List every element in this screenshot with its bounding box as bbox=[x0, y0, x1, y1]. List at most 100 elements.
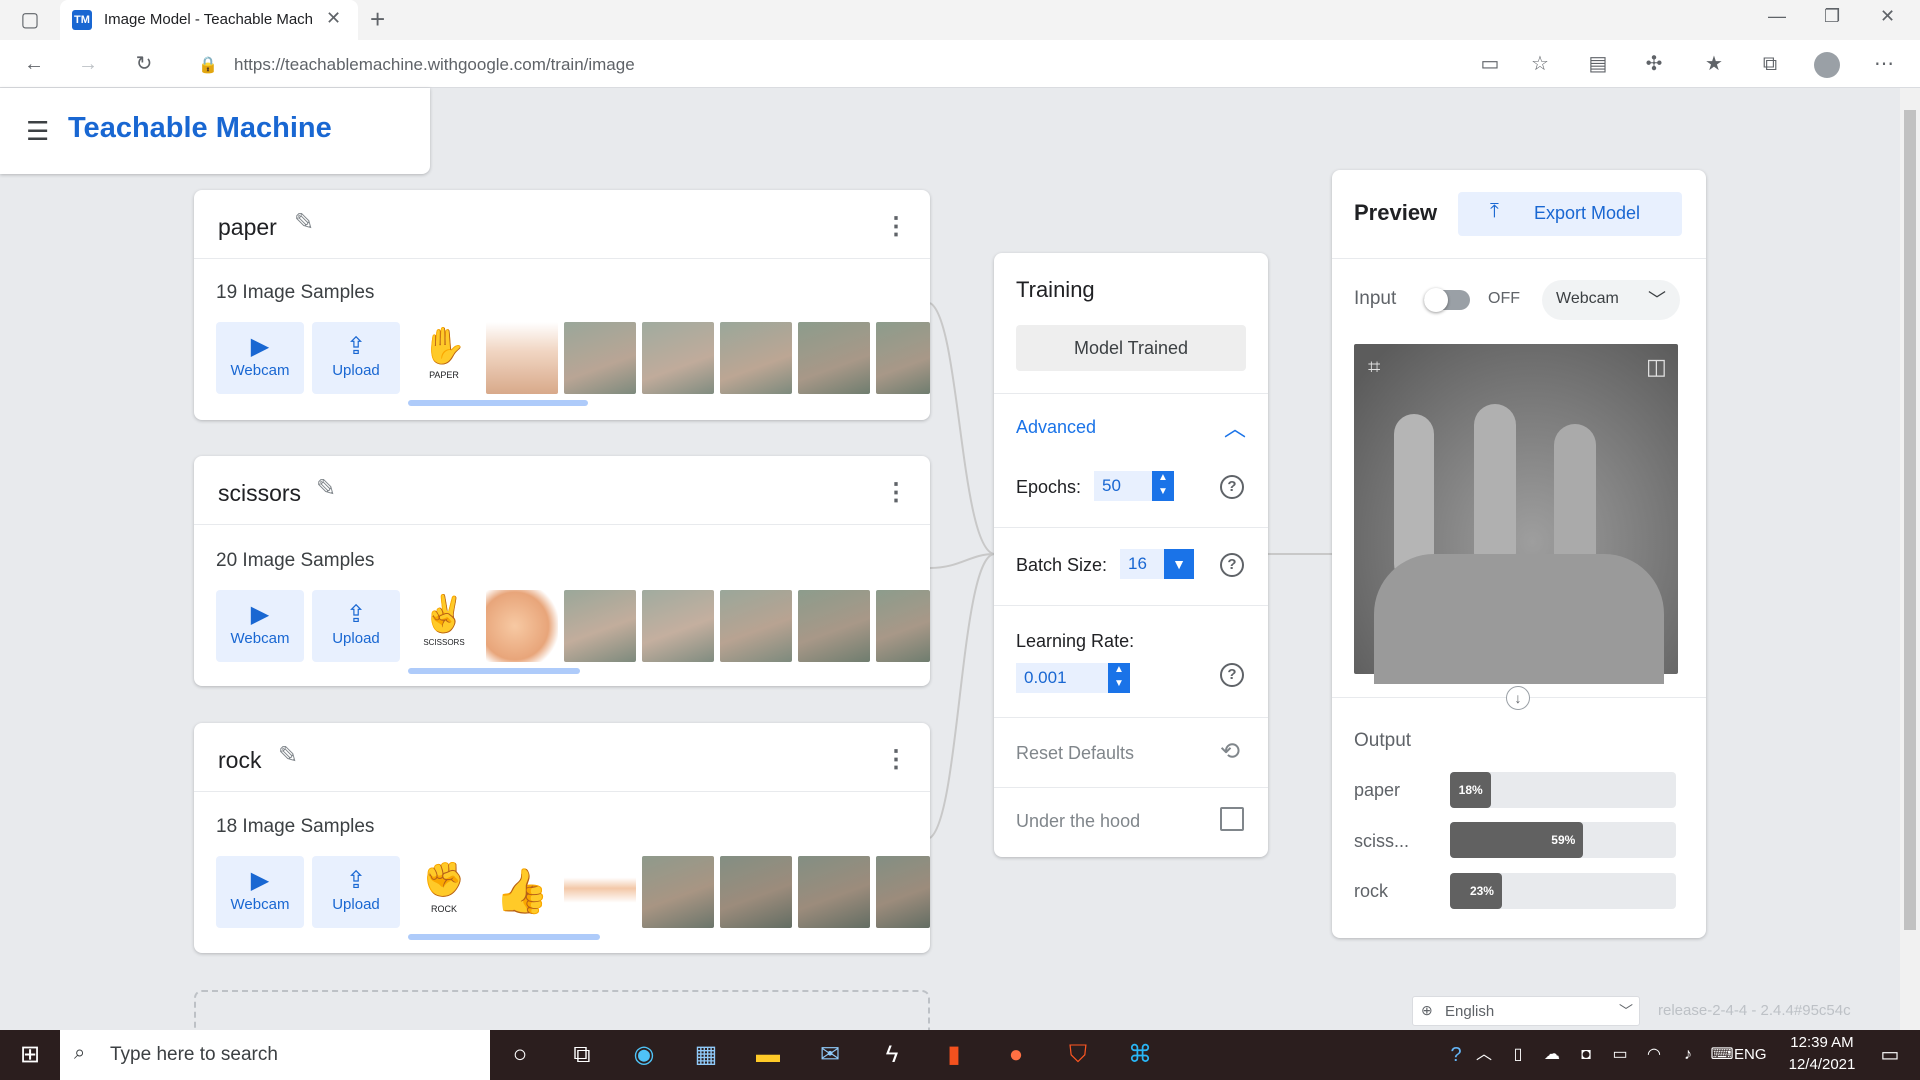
minimize-icon[interactable]: — bbox=[1768, 6, 1786, 27]
sample-thumbnail[interactable] bbox=[720, 322, 792, 394]
epochs-stepper-icon[interactable]: ▲ ▼ bbox=[1152, 471, 1174, 501]
webcam-button[interactable]: ▶ Webcam bbox=[216, 322, 304, 394]
office-icon[interactable]: ▮ bbox=[928, 1030, 980, 1080]
tab-actions-icon[interactable]: ▢ bbox=[12, 2, 48, 38]
tray-icon[interactable]: ◘ bbox=[1568, 1030, 1604, 1080]
class-name[interactable]: scissors bbox=[218, 480, 301, 507]
extensions-icon[interactable]: ✣ bbox=[1636, 46, 1672, 82]
notifications-icon[interactable]: ▭ bbox=[1864, 1030, 1916, 1080]
refresh-icon[interactable]: ↻ bbox=[126, 46, 162, 82]
sample-thumbnail[interactable] bbox=[564, 590, 636, 662]
sample-thumbnail[interactable] bbox=[642, 322, 714, 394]
class-options-icon[interactable]: ⋮ bbox=[884, 212, 908, 241]
volume-icon[interactable]: ♪ bbox=[1670, 1030, 1706, 1080]
epochs-help-icon[interactable]: ? bbox=[1220, 475, 1244, 499]
wifi-icon[interactable]: ◠ bbox=[1636, 1030, 1672, 1080]
sample-thumbnail[interactable]: 👍 bbox=[486, 856, 558, 928]
sample-thumbnail[interactable] bbox=[720, 590, 792, 662]
collections-icon[interactable]: ▤ bbox=[1580, 46, 1616, 82]
webcam-button[interactable]: ▶ Webcam bbox=[216, 590, 304, 662]
back-icon[interactable]: ← bbox=[16, 46, 52, 82]
sample-thumbnail[interactable] bbox=[876, 856, 930, 928]
onedrive-icon[interactable]: ☁ bbox=[1534, 1030, 1570, 1080]
restore-icon[interactable]: ❐ bbox=[1824, 6, 1840, 27]
new-tab-icon[interactable]: + bbox=[370, 4, 385, 35]
class-name[interactable]: paper bbox=[218, 214, 277, 241]
file-explorer-icon[interactable]: ▬ bbox=[742, 1030, 794, 1080]
webcam-button[interactable]: ▶ Webcam bbox=[216, 856, 304, 928]
batch-size-help-icon[interactable]: ? bbox=[1220, 553, 1244, 577]
tabs-collection-icon[interactable]: ⧉ bbox=[1752, 46, 1788, 82]
sample-thumbnail[interactable] bbox=[564, 322, 636, 394]
history-icon[interactable]: ⟲ bbox=[1220, 737, 1240, 766]
sample-thumbnail[interactable] bbox=[876, 322, 930, 394]
crop-icon[interactable]: ⌗ bbox=[1368, 354, 1380, 380]
advanced-toggle[interactable]: Advanced bbox=[1016, 417, 1096, 438]
sample-thumbnail[interactable] bbox=[564, 856, 636, 928]
sample-thumbnail[interactable]: ✊ ROCK bbox=[408, 856, 480, 928]
input-source-dropdown[interactable]: Webcam ﹀ bbox=[1542, 280, 1680, 320]
sample-thumbnail[interactable] bbox=[798, 322, 870, 394]
chevron-up-icon[interactable]: ︿ bbox=[1224, 411, 1246, 443]
battery-icon[interactable]: ▭ bbox=[1602, 1030, 1638, 1080]
clock-date[interactable]: 12/4/2021 bbox=[1780, 1056, 1864, 1073]
sample-thumbnail[interactable] bbox=[486, 322, 558, 394]
camera-icon[interactable]: ▭ bbox=[1472, 46, 1508, 82]
vscode-icon[interactable]: ⌘ bbox=[1114, 1030, 1166, 1080]
learning-rate-help-icon[interactable]: ? bbox=[1220, 663, 1244, 687]
learning-rate-input[interactable]: 0.001 bbox=[1016, 663, 1108, 693]
input-language[interactable]: ENG bbox=[1734, 1046, 1767, 1063]
batch-dropdown-icon[interactable]: ▼ bbox=[1164, 549, 1194, 579]
input-toggle[interactable] bbox=[1424, 288, 1470, 312]
model-trained-button[interactable]: Model Trained bbox=[1016, 325, 1246, 371]
chart-icon[interactable] bbox=[1220, 807, 1244, 831]
class-options-icon[interactable]: ⋮ bbox=[884, 745, 908, 774]
hamburger-menu-icon[interactable]: ☰ bbox=[26, 116, 49, 147]
sample-thumbnail[interactable]: ✌ SCISSORS bbox=[408, 590, 480, 662]
learning-rate-stepper-icon[interactable]: ▲ ▼ bbox=[1108, 663, 1130, 693]
mail-icon[interactable]: ✉ bbox=[804, 1030, 856, 1080]
batch-size-select[interactable]: 16 bbox=[1120, 549, 1164, 579]
page-scrollbar-thumb[interactable] bbox=[1904, 110, 1916, 930]
favorites-icon[interactable]: ★ bbox=[1696, 46, 1732, 82]
sample-thumbnail[interactable] bbox=[486, 590, 558, 662]
cortana-icon[interactable]: ○ bbox=[494, 1030, 546, 1080]
window-close-icon[interactable]: ✕ bbox=[1880, 6, 1895, 27]
class-name[interactable]: rock bbox=[218, 747, 261, 774]
language-select[interactable]: ⊕ English ﹀ bbox=[1412, 996, 1640, 1026]
sample-thumbnail[interactable]: ✋ PAPER bbox=[408, 322, 480, 394]
flip-icon[interactable]: ◫ bbox=[1646, 354, 1667, 380]
upload-button[interactable]: ⇪ Upload bbox=[312, 856, 400, 928]
edit-pencil-icon[interactable]: ✎ bbox=[278, 741, 298, 770]
sample-thumbnail[interactable] bbox=[798, 590, 870, 662]
brave-icon[interactable]: ⛉ bbox=[1052, 1030, 1104, 1080]
class-options-icon[interactable]: ⋮ bbox=[884, 478, 908, 507]
thumbnail-scrollbar[interactable] bbox=[408, 668, 580, 674]
export-model-button[interactable]: ⤒ Export Model bbox=[1458, 192, 1682, 236]
taskbar-search[interactable]: ⌕ Type here to search bbox=[60, 1030, 490, 1080]
edge-icon[interactable]: ◉ bbox=[618, 1030, 670, 1080]
url-field[interactable]: 🔒 https://teachablemachine.withgoogle.co… bbox=[180, 46, 1480, 82]
sample-thumbnail[interactable] bbox=[876, 590, 930, 662]
upload-button[interactable]: ⇪ Upload bbox=[312, 590, 400, 662]
upload-button[interactable]: ⇪ Upload bbox=[312, 322, 400, 394]
profile-avatar[interactable] bbox=[1814, 52, 1840, 78]
edit-pencil-icon[interactable]: ✎ bbox=[294, 208, 314, 237]
reset-defaults-button[interactable]: Reset Defaults bbox=[1016, 743, 1134, 764]
tab-close-icon[interactable]: ✕ bbox=[326, 8, 341, 29]
clock-time[interactable]: 12:39 AM bbox=[1780, 1034, 1864, 1051]
edit-pencil-icon[interactable]: ✎ bbox=[316, 474, 336, 503]
chevron-up-icon[interactable]: ︿ bbox=[1466, 1030, 1502, 1080]
browser-tab[interactable]: TM Image Model - Teachable Machi ✕ bbox=[60, 0, 358, 40]
under-the-hood-button[interactable]: Under the hood bbox=[1016, 811, 1140, 832]
more-menu-icon[interactable]: ⋯ bbox=[1866, 46, 1902, 82]
sample-thumbnail[interactable] bbox=[642, 856, 714, 928]
sample-thumbnail[interactable] bbox=[798, 856, 870, 928]
forward-icon[interactable]: → bbox=[70, 46, 106, 82]
store-icon[interactable]: ▦ bbox=[680, 1030, 732, 1080]
add-favorite-icon[interactable]: ☆ bbox=[1522, 46, 1558, 82]
app-icon[interactable]: ϟ bbox=[866, 1030, 918, 1080]
task-view-icon[interactable]: ⧉ bbox=[556, 1030, 608, 1080]
windows-start-icon[interactable]: ⊞ bbox=[4, 1030, 56, 1080]
thumbnail-scrollbar[interactable] bbox=[408, 400, 588, 406]
